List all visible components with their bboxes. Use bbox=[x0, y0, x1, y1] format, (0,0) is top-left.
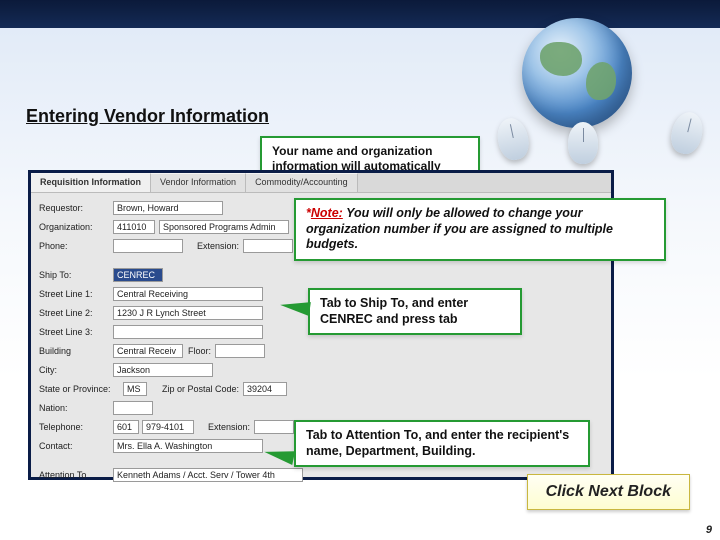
label-zip: Zip or Postal Code: bbox=[147, 384, 243, 394]
mouse-icon bbox=[667, 109, 706, 157]
input-phone[interactable] bbox=[113, 239, 183, 253]
label-city: City: bbox=[39, 365, 113, 375]
input-tel-area[interactable]: 601 bbox=[113, 420, 139, 434]
input-org-code[interactable]: 411010 bbox=[113, 220, 155, 234]
input-ship-to[interactable]: CENREC bbox=[113, 268, 163, 282]
input-street3[interactable] bbox=[113, 325, 263, 339]
label-state: State or Province: bbox=[39, 384, 123, 394]
globe-graphic bbox=[522, 18, 682, 158]
label-requestor: Requestor: bbox=[39, 203, 113, 213]
callout-note-org: *Note: You will only be allowed to chang… bbox=[294, 198, 666, 261]
label-tel-ext: Extension: bbox=[194, 422, 254, 432]
slide: Entering Vendor Information Your name an… bbox=[0, 0, 720, 540]
input-attention[interactable]: Kenneth Adams / Acct. Serv / Tower 4th bbox=[113, 468, 303, 482]
label-telephone: Telephone: bbox=[39, 422, 113, 432]
tab-row: Requisition Information Vendor Informati… bbox=[31, 173, 611, 193]
label-floor: Floor: bbox=[183, 346, 215, 356]
note-text: You will only be allowed to change your … bbox=[306, 206, 613, 251]
input-tel-ext[interactable] bbox=[254, 420, 294, 434]
input-street1[interactable]: Central Receiving bbox=[113, 287, 263, 301]
input-street2[interactable]: 1230 J R Lynch Street bbox=[113, 306, 263, 320]
input-floor[interactable] bbox=[215, 344, 265, 358]
label-nation: Nation: bbox=[39, 403, 113, 413]
label-ship-to: Ship To: bbox=[39, 270, 113, 280]
globe-icon bbox=[522, 18, 632, 128]
input-tel-num[interactable]: 979-4101 bbox=[142, 420, 194, 434]
input-org-name[interactable]: Sponsored Programs Admin bbox=[159, 220, 289, 234]
callout-attention-to: Tab to Attention To, and enter the recip… bbox=[294, 420, 590, 467]
label-street3: Street Line 3: bbox=[39, 327, 113, 337]
input-requestor[interactable]: Brown, Howard bbox=[113, 201, 223, 215]
label-street1: Street Line 1: bbox=[39, 289, 113, 299]
input-city[interactable]: Jackson bbox=[113, 363, 213, 377]
input-extension[interactable] bbox=[243, 239, 293, 253]
mouse-icon bbox=[568, 122, 598, 164]
mouse-icon bbox=[494, 115, 532, 162]
label-organization: Organization: bbox=[39, 222, 113, 232]
note-label: Note: bbox=[311, 206, 343, 220]
page-title: Entering Vendor Information bbox=[26, 106, 269, 127]
tab-requisition-info[interactable]: Requisition Information bbox=[31, 173, 151, 192]
input-state[interactable]: MS bbox=[123, 382, 147, 396]
label-street2: Street Line 2: bbox=[39, 308, 113, 318]
tab-commodity[interactable]: Commodity/Accounting bbox=[246, 173, 358, 192]
next-block-button[interactable]: Click Next Block bbox=[527, 474, 690, 510]
label-building: Building bbox=[39, 346, 113, 356]
label-phone: Phone: bbox=[39, 241, 113, 251]
tab-vendor-info[interactable]: Vendor Information bbox=[151, 173, 246, 192]
input-zip[interactable]: 39204 bbox=[243, 382, 287, 396]
label-attention: Attention To bbox=[39, 470, 113, 480]
input-nation[interactable] bbox=[113, 401, 153, 415]
label-contact: Contact: bbox=[39, 441, 113, 451]
input-building[interactable]: Central Receiv bbox=[113, 344, 183, 358]
label-extension: Extension: bbox=[183, 241, 243, 251]
page-number: 9 bbox=[706, 524, 712, 536]
input-contact[interactable]: Mrs. Ella A. Washington bbox=[113, 439, 263, 453]
callout-ship-to: Tab to Ship To, and enter CENREC and pre… bbox=[308, 288, 522, 335]
